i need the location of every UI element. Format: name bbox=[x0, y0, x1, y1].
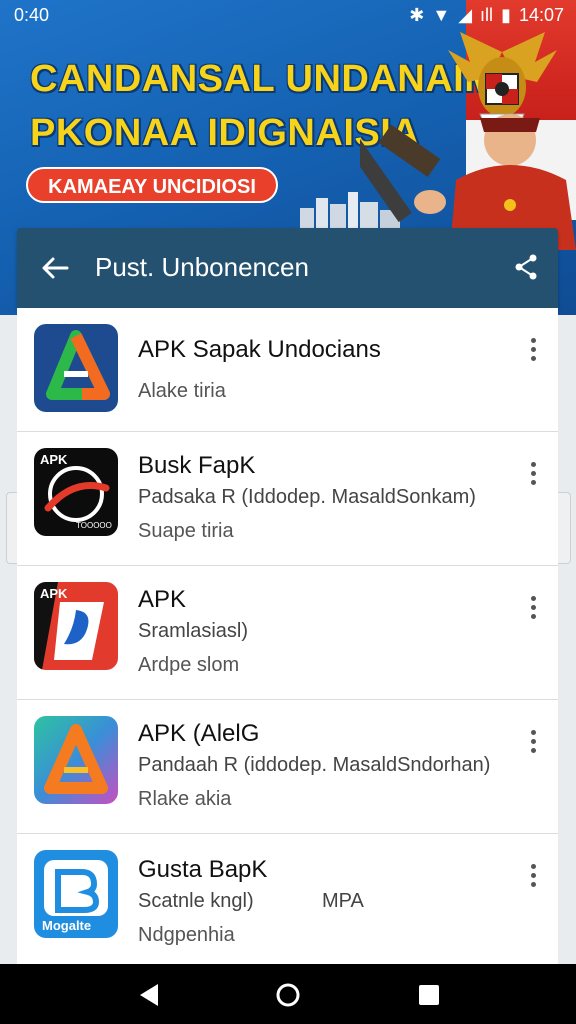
nav-back-icon[interactable] bbox=[136, 982, 162, 1008]
app-publisher: Scatnle kngl) bbox=[138, 890, 254, 912]
banner-headline-1: CANDANSAL UNDANAIM bbox=[30, 58, 497, 100]
icon-label-bottom: Mogalte bbox=[42, 918, 91, 933]
b-square-icon: Mogalte bbox=[34, 850, 118, 938]
app-name: Gusta BapK bbox=[138, 856, 268, 883]
status-clock: 14:07 bbox=[518, 5, 564, 25]
icon-label-top: APK bbox=[40, 586, 68, 601]
app-name: APK Sapak Undocians bbox=[138, 336, 381, 363]
battery-icon: ▮ bbox=[501, 5, 511, 25]
triangle-a-green-icon bbox=[34, 324, 118, 412]
banner-pill[interactable]: KAMAEAY UNCIDIOSI bbox=[26, 167, 278, 203]
list-item[interactable]: Mogalte Gusta BapK Scatnle kngl) MPA Ndg… bbox=[17, 834, 558, 964]
icon-label-top: APK bbox=[40, 452, 68, 467]
triangle-a-gradient-icon bbox=[34, 716, 118, 804]
bluetooth-icon: ✱ bbox=[409, 5, 425, 25]
side-handle-left bbox=[6, 492, 17, 564]
app-meta: Ndgpenhia bbox=[138, 924, 235, 946]
signal-bars-icon: ıll bbox=[480, 5, 494, 25]
app-publisher: Pandaah R (iddodep. MasaldSndorhan) bbox=[138, 754, 491, 776]
signal-icon: ◢ bbox=[458, 5, 473, 25]
app-meta: Suape tiria bbox=[138, 520, 234, 542]
app-list: APK Sapak Undocians Alake tiria APK TOOO… bbox=[17, 308, 558, 964]
app-name: APK (AlelG bbox=[138, 720, 260, 747]
list-item[interactable]: APK (AlelG Pandaah R (iddodep. MasaldSnd… bbox=[17, 700, 558, 834]
apk-swoosh-icon: APK TOOOOO bbox=[34, 448, 118, 536]
app-meta: Alake tiria bbox=[138, 380, 226, 402]
app-meta: Ardpe slom bbox=[138, 654, 240, 676]
nav-recents-icon[interactable] bbox=[416, 982, 442, 1008]
list-item[interactable]: APK TOOOOO Busk FapK Padsaka R (Iddodep.… bbox=[17, 432, 558, 566]
nav-home-icon[interactable] bbox=[275, 982, 301, 1008]
app-name: Busk FapK bbox=[138, 452, 256, 479]
system-nav-bar bbox=[0, 964, 576, 1024]
apk-red-blue-icon: APK bbox=[34, 582, 118, 670]
more-options-icon[interactable] bbox=[528, 596, 538, 624]
list-item[interactable]: APK Sapak Undocians Alake tiria bbox=[17, 308, 558, 432]
app-bar: Pust. Unbonencen bbox=[17, 228, 558, 308]
more-options-icon[interactable] bbox=[528, 462, 538, 490]
status-time: 0:40 bbox=[14, 5, 50, 25]
share-icon[interactable] bbox=[514, 254, 538, 280]
back-arrow-icon[interactable] bbox=[39, 252, 71, 284]
app-name: APK bbox=[138, 586, 187, 613]
more-options-icon[interactable] bbox=[528, 864, 538, 892]
status-bar: 0:40 ✱ ▼ ◢ ıll ▮ 14:07 bbox=[0, 0, 576, 30]
wifi-icon: ▼ bbox=[432, 5, 451, 25]
icon-label-bottom: TOOOOO bbox=[76, 521, 112, 530]
more-options-icon[interactable] bbox=[528, 730, 538, 758]
app-publisher: Sramlasiasl) bbox=[138, 620, 249, 642]
list-item[interactable]: APK APK Sramlasiasl) Ardpe slom bbox=[17, 566, 558, 700]
more-options-icon[interactable] bbox=[528, 338, 538, 366]
page-title: Pust. Unbonencen bbox=[95, 252, 309, 282]
app-meta: Rlake akia bbox=[138, 788, 232, 810]
side-handle-right bbox=[558, 492, 571, 564]
app-tag: MPA bbox=[322, 890, 364, 912]
app-publisher: Padsaka R (Iddodep. MasaldSonkam) bbox=[138, 486, 476, 508]
